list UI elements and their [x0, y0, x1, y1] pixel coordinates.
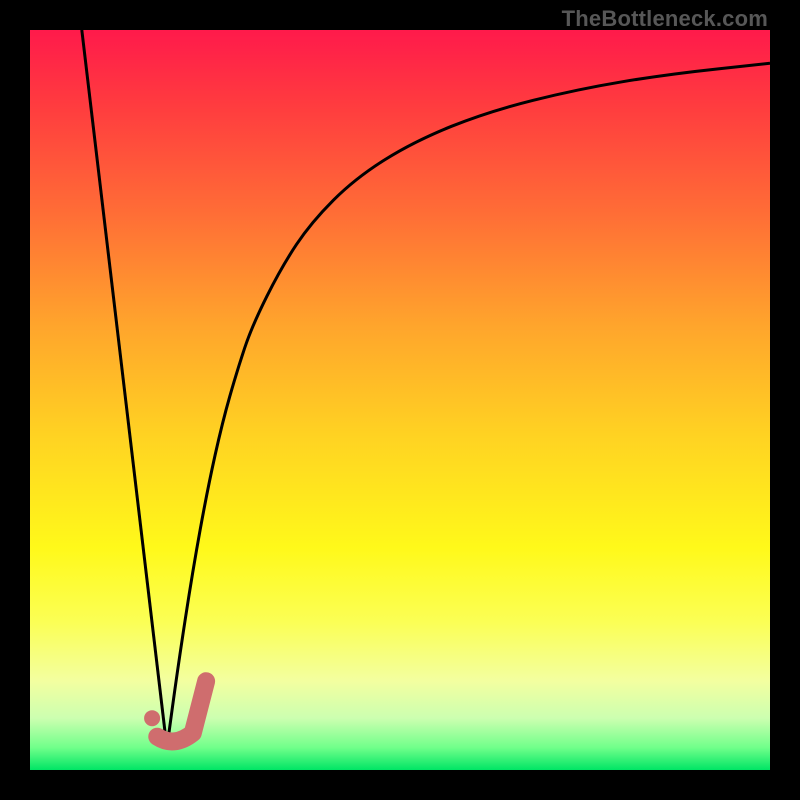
curve-layer — [30, 30, 770, 770]
watermark-text: TheBottleneck.com — [562, 6, 768, 32]
plot-area — [30, 30, 770, 770]
marker-dot — [144, 710, 160, 726]
chart-frame: TheBottleneck.com — [0, 0, 800, 800]
curve-right — [167, 63, 770, 748]
j-marker — [157, 681, 206, 741]
curve-left — [82, 30, 167, 748]
